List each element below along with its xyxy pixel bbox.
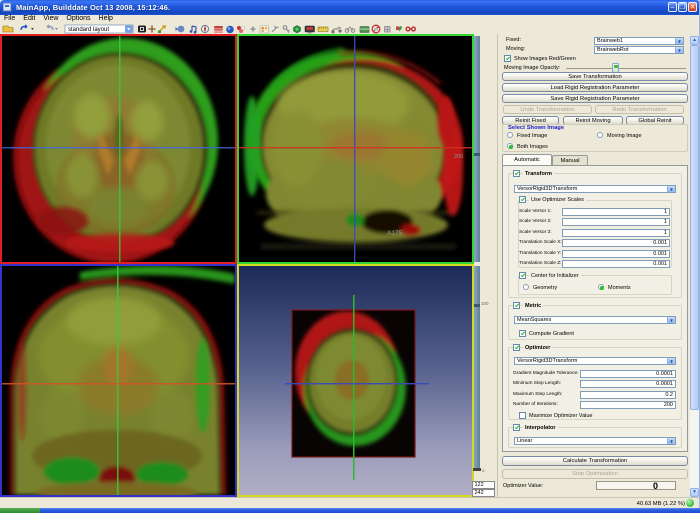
svg-text:A175: A175 xyxy=(387,230,403,237)
svg-text:200: 200 xyxy=(454,154,463,160)
svg-text:standard layout: standard layout xyxy=(68,27,109,33)
